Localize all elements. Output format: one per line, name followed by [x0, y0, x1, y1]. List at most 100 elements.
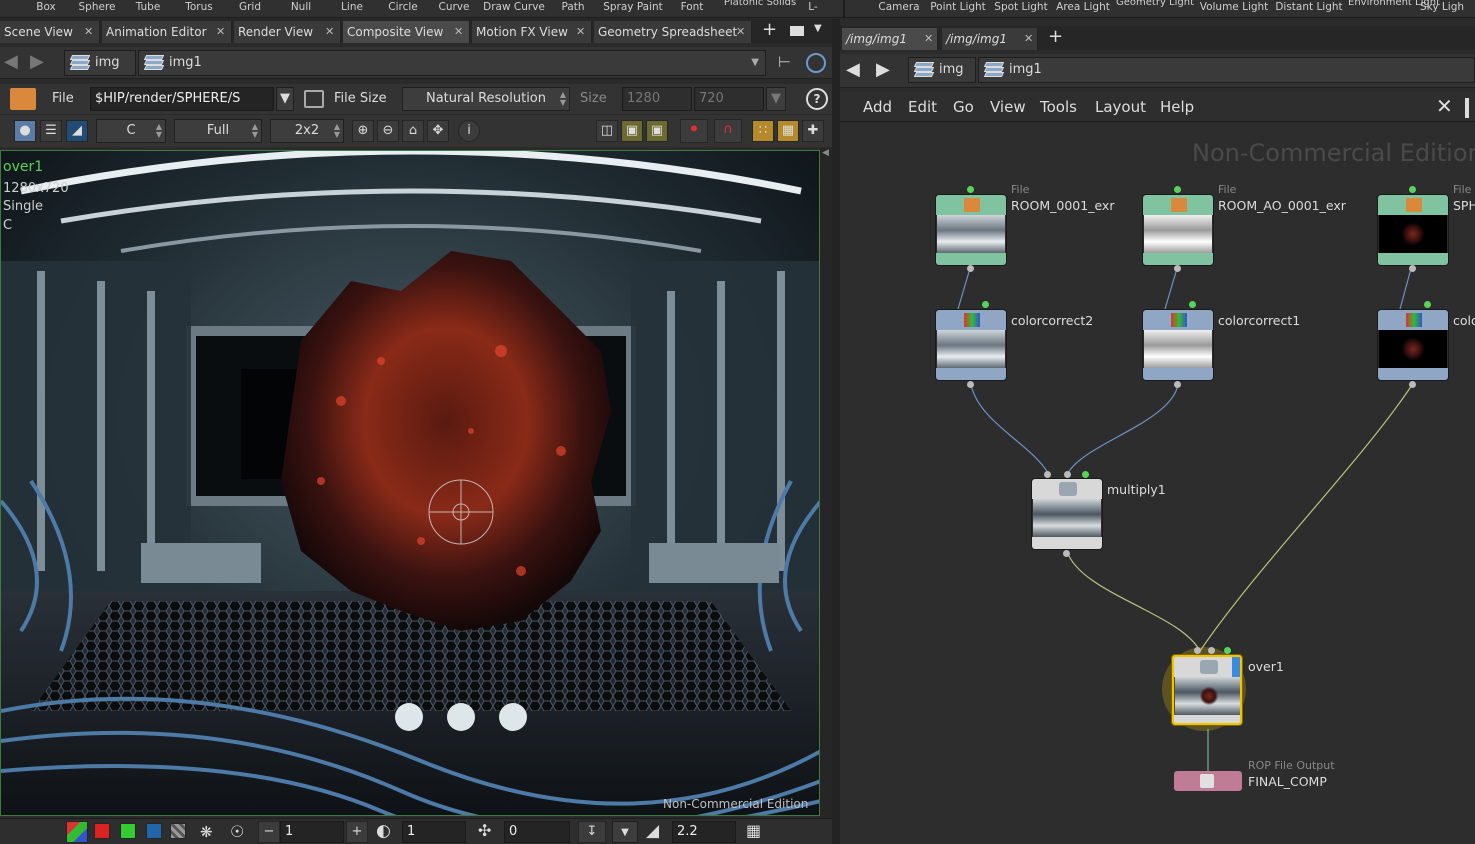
histogram-icon[interactable]: ◢	[66, 120, 88, 142]
size-dropdown[interactable]: ▼	[766, 87, 786, 111]
brightness-icon[interactable]: ☉	[230, 822, 244, 841]
back-arrow-icon[interactable]: ◀	[4, 52, 18, 72]
close-tab-icon[interactable]: ✕	[576, 21, 585, 43]
close-tab-icon[interactable]: ✕	[325, 21, 334, 43]
shelf-light-item[interactable]: Distant Light	[1269, 0, 1349, 18]
close-tab-icon[interactable]: ✕	[736, 21, 745, 43]
display-flag-icon[interactable]	[1232, 657, 1240, 677]
network-editor[interactable]: Non-Commercial Edition File ROOM_0001_ex…	[840, 123, 1475, 844]
lut-icon[interactable]: ↧	[578, 821, 606, 843]
channel-menu[interactable]: C ▲ ▼	[96, 119, 166, 143]
node-input-connector[interactable]	[1194, 647, 1201, 654]
node-colorcorrect3[interactable]	[1378, 310, 1448, 380]
pane-menu-icon[interactable]: ▼	[814, 23, 822, 34]
compare-blend-icon[interactable]: ▣	[621, 120, 643, 142]
link-icon[interactable]	[806, 53, 826, 73]
node-multiply1[interactable]	[1032, 479, 1102, 549]
forward-arrow-icon[interactable]: ▶	[876, 60, 890, 80]
wrench-icon[interactable]: ✕	[1436, 94, 1453, 118]
snap-magnet-icon[interactable]: ∩	[714, 119, 742, 143]
lut-dropdown[interactable]: ▼	[612, 821, 638, 843]
node-colorcorrect1[interactable]	[1143, 310, 1213, 380]
gain-field[interactable]: 1	[280, 821, 344, 843]
node-input-connector[interactable]	[1044, 471, 1051, 478]
menu-tools[interactable]: Tools	[1040, 98, 1077, 116]
display-options-icon[interactable]: ▦	[746, 821, 761, 840]
shelf-light-item[interactable]: Environment Light	[1348, 0, 1440, 16]
green-channel-icon[interactable]	[120, 823, 136, 839]
shelf-light-item[interactable]: Volume Light	[1194, 0, 1274, 18]
pin-icon[interactable]: ⊢	[778, 53, 798, 73]
path-crumb-img[interactable]: img	[908, 57, 976, 83]
gamma-field[interactable]: 2.2	[672, 821, 736, 843]
gamma-circle-icon[interactable]: ◐	[376, 821, 391, 841]
tab-geometry-spreadsheet[interactable]: Geometry Spreadsheet ✕	[594, 21, 752, 43]
forward-arrow-icon[interactable]: ▶	[30, 52, 44, 72]
grid-dots-icon[interactable]: ∷	[752, 120, 774, 142]
node-output-connector[interactable]	[1174, 265, 1181, 272]
close-tab-icon[interactable]: ✕	[216, 21, 225, 43]
red-channel-icon[interactable]	[94, 823, 110, 839]
zoom-out-icon[interactable]: ⊖	[377, 120, 399, 142]
shelf-light-item[interactable]: Geometry Light	[1115, 0, 1195, 16]
chevron-down-icon[interactable]: ▼	[751, 51, 759, 75]
path-crumb-img[interactable]: img	[64, 50, 136, 76]
menu-edit[interactable]: Edit	[908, 98, 937, 116]
layout-menu[interactable]: 2x2 ▲ ▼	[270, 119, 344, 143]
file-history-dropdown[interactable]: ▼	[276, 87, 294, 111]
pane-handle-icon[interactable]	[1465, 98, 1469, 118]
tab-network-img1[interactable]: /img/img1 ✕	[842, 28, 938, 50]
menu-layout[interactable]: Layout	[1095, 98, 1146, 116]
tab-composite-view[interactable]: Composite View ✕	[343, 21, 470, 43]
node-output-connector[interactable]	[1409, 265, 1416, 272]
compare-wipe-icon[interactable]: ▣	[646, 120, 668, 142]
compare-split-icon[interactable]: ◫	[596, 120, 618, 142]
size-width-field[interactable]: 1280	[622, 87, 692, 111]
node-output-connector[interactable]	[1409, 381, 1416, 388]
increment-button[interactable]: +	[346, 821, 368, 843]
close-tab-icon[interactable]: ✕	[454, 21, 463, 43]
decrement-button[interactable]: −	[258, 821, 280, 843]
view-mode-icon[interactable]: ●	[14, 120, 36, 142]
shelf-light-item[interactable]: Area Light	[1043, 0, 1123, 18]
gamma-ramp-icon[interactable]: ◢	[646, 821, 659, 841]
path-crumb-img1[interactable]: img1	[978, 57, 1475, 83]
scroll-left-icon[interactable]: ◀	[822, 148, 829, 158]
resolution-menu[interactable]: Natural Resolution ▲ ▼	[402, 87, 570, 111]
close-tab-icon[interactable]: ✕	[924, 28, 933, 50]
info-icon[interactable]: i	[458, 120, 480, 142]
offset-icon[interactable]: ✣	[478, 821, 491, 840]
options-list-icon[interactable]: ☰	[40, 120, 62, 142]
render-car-icon[interactable]: ⚫	[680, 119, 708, 143]
quality-menu[interactable]: Full ▲ ▼	[174, 119, 262, 143]
file-path-field[interactable]: $HIP/render/SPHERE/S	[90, 87, 274, 111]
size-height-field[interactable]: 720	[694, 87, 764, 111]
alpha-channel-icon[interactable]	[170, 823, 186, 839]
exposure-field[interactable]: 1	[402, 821, 466, 843]
gain-icon[interactable]: ❋	[200, 823, 213, 841]
menu-help[interactable]: Help	[1160, 98, 1194, 116]
cross-grid-icon[interactable]: ✚	[802, 120, 824, 142]
menu-view[interactable]: View	[990, 98, 1026, 116]
node-input-connector[interactable]	[1208, 647, 1215, 654]
shelf-tool-item[interactable]: L-	[773, 0, 853, 18]
menu-go[interactable]: Go	[953, 98, 974, 116]
file-folder-icon[interactable]	[10, 88, 36, 110]
maximize-pane-icon[interactable]	[790, 26, 804, 36]
back-arrow-icon[interactable]: ◀	[846, 60, 860, 80]
offset-field[interactable]: 0	[504, 821, 570, 843]
help-icon[interactable]: ?	[806, 88, 828, 110]
node-final-comp[interactable]	[1174, 771, 1242, 791]
node-output-connector[interactable]	[1174, 381, 1181, 388]
tab-scene-view[interactable]: Scene View ✕	[0, 21, 100, 43]
viewport-scrollbar[interactable]: ◀	[820, 148, 832, 818]
tab-network-img1[interactable]: /img/img1 ✕	[942, 28, 1038, 50]
rgb-channel-icon[interactable]	[66, 821, 88, 843]
shelf-light-item[interactable]: Sky Ligh	[1420, 0, 1475, 18]
node-sphere-file[interactable]	[1378, 195, 1448, 265]
close-tab-icon[interactable]: ✕	[1024, 28, 1033, 50]
node-colorcorrect2[interactable]	[936, 310, 1006, 380]
add-tab-icon[interactable]: +	[1048, 27, 1063, 47]
composite-viewport[interactable]: over1 1280x720 Single C Non-Commercial E…	[0, 150, 820, 816]
node-output-connector[interactable]	[1063, 550, 1070, 557]
